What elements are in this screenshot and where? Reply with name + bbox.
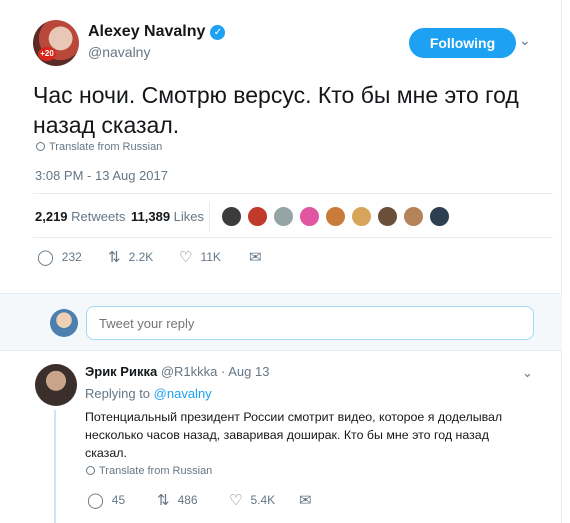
reply-chevron-down-icon[interactable]: ⌄ <box>522 365 533 381</box>
liker-avatar[interactable] <box>299 206 320 227</box>
reply-author-handle[interactable]: @R1kkka <box>161 364 218 379</box>
reply-reply-button[interactable]: ◯ 45 <box>87 491 125 509</box>
author-avatar[interactable]: +20 <box>33 20 79 66</box>
retweets-stat[interactable]: 2,219 Retweets <box>35 209 125 224</box>
heart-icon: ♡ <box>229 492 243 509</box>
stats-divider <box>209 202 210 232</box>
likes-count: 11,389 <box>131 209 171 224</box>
author-name-text[interactable]: Alexey Navalny <box>88 23 205 40</box>
reply-reply-count: 45 <box>111 493 126 507</box>
translate-link[interactable]: Translate from Russian <box>36 141 162 153</box>
likes-stat[interactable]: 11,389 Likes <box>131 209 204 224</box>
reply-icon: ◯ <box>87 492 104 509</box>
reply-actions: ◯ 45 ⇅ 486 ♡ 5.4K ✉ <box>87 491 387 509</box>
author-name[interactable]: Alexey Navalny ✓ <box>88 23 226 41</box>
tweet-detail-panel: +20 Alexey Navalny ✓ @navalny Following ⌄… <box>0 0 562 523</box>
current-user-avatar <box>50 309 78 337</box>
liker-avatar[interactable] <box>403 206 424 227</box>
reply-input[interactable] <box>86 306 534 340</box>
reply-retweet-button[interactable]: ⇅ 486 <box>157 491 198 509</box>
like-count: 11K <box>200 250 221 264</box>
replying-prefix: Replying to <box>85 386 151 401</box>
liker-avatar[interactable] <box>273 206 294 227</box>
retweet-icon: ⇅ <box>157 492 170 509</box>
direct-message-button[interactable]: ✉ <box>249 248 270 266</box>
likes-label: Likes <box>173 209 205 224</box>
liker-avatar[interactable] <box>429 206 450 227</box>
reply-retweet-count: 486 <box>177 493 198 507</box>
tweet-header: +20 Alexey Navalny ✓ @navalny Following ⌄ <box>33 20 553 66</box>
reply-dm-button[interactable]: ✉ <box>299 491 320 509</box>
retweet-button[interactable]: ⇅ 2.2K <box>108 248 153 266</box>
liker-avatar[interactable] <box>221 206 242 227</box>
reply-translate-label[interactable]: Translate from Russian <box>99 465 212 477</box>
liker-avatar[interactable] <box>247 206 268 227</box>
tweet-timestamp[interactable]: 3:08 PM - 13 Aug 2017 <box>35 168 168 183</box>
reply-button[interactable]: ◯ 232 <box>37 248 82 266</box>
tweet-text: Час ночи. Смотрю версус. Кто бы мне это … <box>33 82 519 138</box>
retweets-label: Retweets <box>71 209 126 224</box>
translate-label[interactable]: Translate from Russian <box>49 141 162 153</box>
liker-avatar[interactable] <box>351 206 372 227</box>
reply-icon: ◯ <box>37 249 54 266</box>
following-button[interactable]: Following <box>409 28 516 58</box>
avatar-badge: +20 <box>38 47 56 61</box>
liker-avatar[interactable] <box>325 206 346 227</box>
globe-icon <box>86 466 95 475</box>
author-handle[interactable]: @navalny <box>88 44 150 60</box>
retweets-count: 2,219 <box>35 209 68 224</box>
envelope-icon: ✉ <box>249 249 262 266</box>
reply-header: Эрик Рикка @R1kkka · Aug 13 <box>85 364 269 379</box>
reply-text: Потенциальный президент России смотрит в… <box>85 410 503 460</box>
page-edge <box>562 0 570 523</box>
reply-translate-link[interactable]: Translate from Russian <box>86 465 212 477</box>
thread-line <box>54 410 56 523</box>
reply-composer <box>0 293 562 351</box>
reply-author-avatar[interactable] <box>35 364 77 406</box>
reply-like-count: 5.4K <box>250 493 276 507</box>
replying-to: Replying to @navalny <box>85 386 212 401</box>
verified-badge-icon: ✓ <box>210 25 226 40</box>
replying-to-link[interactable]: @navalny <box>154 386 212 401</box>
reply-like-button[interactable]: ♡ 5.4K <box>229 491 275 509</box>
globe-icon <box>36 142 45 151</box>
chevron-down-icon[interactable]: ⌄ <box>519 33 531 47</box>
reply-author-name[interactable]: Эрик Рикка <box>85 364 157 379</box>
retweet-icon: ⇅ <box>108 249 121 266</box>
tweet-actions: ◯ 232 ⇅ 2.2K ♡ 11K ✉ <box>37 248 337 268</box>
heart-icon: ♡ <box>179 249 193 266</box>
retweet-count: 2.2K <box>128 250 154 264</box>
like-button[interactable]: ♡ 11K <box>179 248 221 266</box>
tweet-stats: 2,219 Retweets 11,389 Likes <box>33 193 553 238</box>
liker-avatar[interactable] <box>377 206 398 227</box>
reply-count: 232 <box>61 250 82 264</box>
reply-date[interactable]: · Aug 13 <box>221 364 269 379</box>
envelope-icon: ✉ <box>299 492 312 509</box>
